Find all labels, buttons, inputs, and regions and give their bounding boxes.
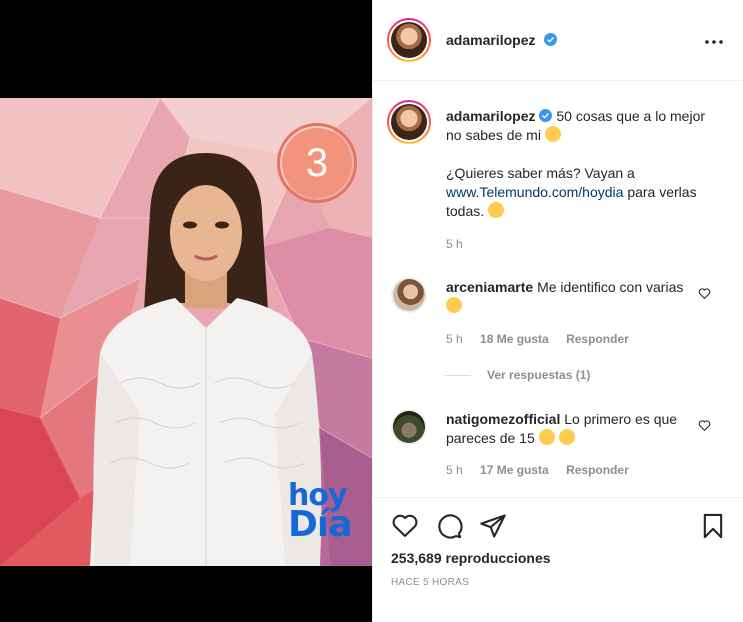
view-count[interactable]: 253,689 reproducciones — [391, 550, 551, 566]
video-player[interactable]: 3 hoy Día — [0, 98, 372, 566]
comment-time: 5 h — [446, 332, 463, 346]
comment-reply-button[interactable]: Responder — [566, 463, 629, 477]
smiling-hearts-emoji-icon — [558, 429, 575, 445]
like-comment-heart-icon[interactable] — [698, 287, 711, 300]
star-struck-emoji-icon — [538, 429, 555, 445]
author-avatar[interactable] — [387, 18, 431, 62]
post-media: 3 hoy Día — [0, 0, 372, 622]
like-comment-heart-icon[interactable] — [698, 419, 711, 432]
comment-bubble-icon[interactable] — [435, 512, 463, 540]
like-heart-icon[interactable] — [391, 512, 419, 540]
caption-text: adamarilopez 50 cosas que a lo mejor no … — [446, 107, 706, 145]
more-options-icon[interactable] — [702, 30, 726, 54]
caption-link[interactable]: www.Telemundo.com/hoydia — [446, 184, 623, 200]
post-sidebar: adamarilopez adamarilopez 50 cosas que a… — [372, 0, 743, 622]
caption-username[interactable]: adamarilopez — [446, 108, 535, 124]
comment-text: natigomezofficial Lo primero es que pare… — [446, 410, 686, 448]
view-replies-button[interactable]: Ver respuestas (1) — [445, 368, 590, 382]
header-username[interactable]: adamarilopez — [446, 32, 535, 48]
comment-avatar[interactable] — [391, 277, 427, 313]
grimace-emoji-icon — [544, 126, 561, 142]
comment-text: arceniamarte Me identifico con varias — [446, 278, 686, 316]
replies-divider — [445, 374, 471, 376]
comment-time: 5 h — [446, 463, 463, 477]
comment-body: Me identifico con varias — [537, 279, 684, 295]
post-timestamp[interactable]: HACE 5 HORAS — [391, 577, 469, 588]
verified-badge-icon — [539, 109, 553, 122]
comment-meta: 5 h 17 Me gusta Responder — [446, 463, 629, 477]
comment-avatar[interactable] — [391, 409, 427, 445]
caption-part2: ¿Quieres saber más? Vayan a — [446, 165, 635, 181]
caption-avatar[interactable] — [387, 100, 431, 144]
save-bookmark-icon[interactable] — [699, 512, 727, 540]
post-header: adamarilopez — [373, 0, 743, 81]
comment-likes[interactable]: 18 Me gusta — [480, 332, 549, 346]
comment-meta: 5 h 18 Me gusta Responder — [446, 332, 629, 346]
verified-badge-icon — [543, 33, 557, 46]
hoydia-logo-line2: Día — [288, 504, 353, 546]
share-paper-plane-icon[interactable] — [479, 512, 507, 540]
sweat-smile-emoji-icon — [446, 297, 462, 313]
smiling-hearts-emoji-icon — [488, 202, 505, 218]
comments-list[interactable]: adamarilopez 50 cosas que a lo mejor no … — [373, 82, 743, 497]
comment-username[interactable]: arceniamarte — [446, 279, 533, 295]
header-author: adamarilopez — [446, 32, 557, 50]
comment-reply-button[interactable]: Responder — [566, 332, 629, 346]
comment-likes[interactable]: 17 Me gusta — [480, 463, 549, 477]
comment-username[interactable]: natigomezofficial — [446, 411, 560, 427]
hoydia-logo: hoy Día — [288, 480, 353, 546]
post-actions: 253,689 reproducciones HACE 5 HORAS — [373, 497, 743, 622]
caption-text-2: ¿Quieres saber más? Vayan a www.Telemund… — [446, 164, 706, 221]
view-replies-label: Ver respuestas (1) — [487, 368, 591, 382]
caption-time: 5 h — [446, 237, 463, 251]
